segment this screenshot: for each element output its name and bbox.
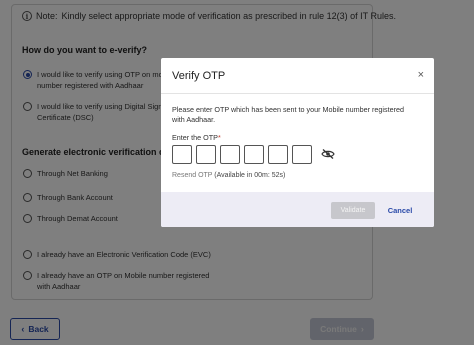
otp-field-label: Enter the OTP* [172,133,221,142]
validate-button[interactable]: Validate [331,202,375,219]
eye-slash-icon[interactable] [321,149,335,159]
otp-digit-input-6[interactable] [292,145,312,164]
otp-digit-input-2[interactable] [196,145,216,164]
otp-label-text: Enter the OTP [172,133,218,142]
otp-digit-input-1[interactable] [172,145,192,164]
otp-digit-input-4[interactable] [244,145,264,164]
otp-message: Please enter OTP which has been sent to … [172,105,404,124]
cancel-button[interactable]: Cancel [385,202,415,219]
verify-otp-dialog: Verify OTP × Please enter OTP which has … [161,58,434,227]
dialog-body: Please enter OTP which has been sent to … [161,94,434,192]
otp-digit-input-5[interactable] [268,145,288,164]
otp-input-group [172,145,316,164]
resend-otp-row: Resend OTP (Available in 00m: 52s) [172,172,285,179]
dialog-footer: Validate Cancel [161,192,434,227]
close-icon[interactable]: × [418,70,424,81]
dialog-title: Verify OTP [172,70,226,82]
resend-otp-link[interactable]: Resend OTP [172,172,212,179]
otp-digit-input-3[interactable] [220,145,240,164]
resend-timer: (Available in 00m: 52s) [214,172,286,179]
dialog-header: Verify OTP × [161,58,434,94]
required-marker: * [217,133,221,142]
